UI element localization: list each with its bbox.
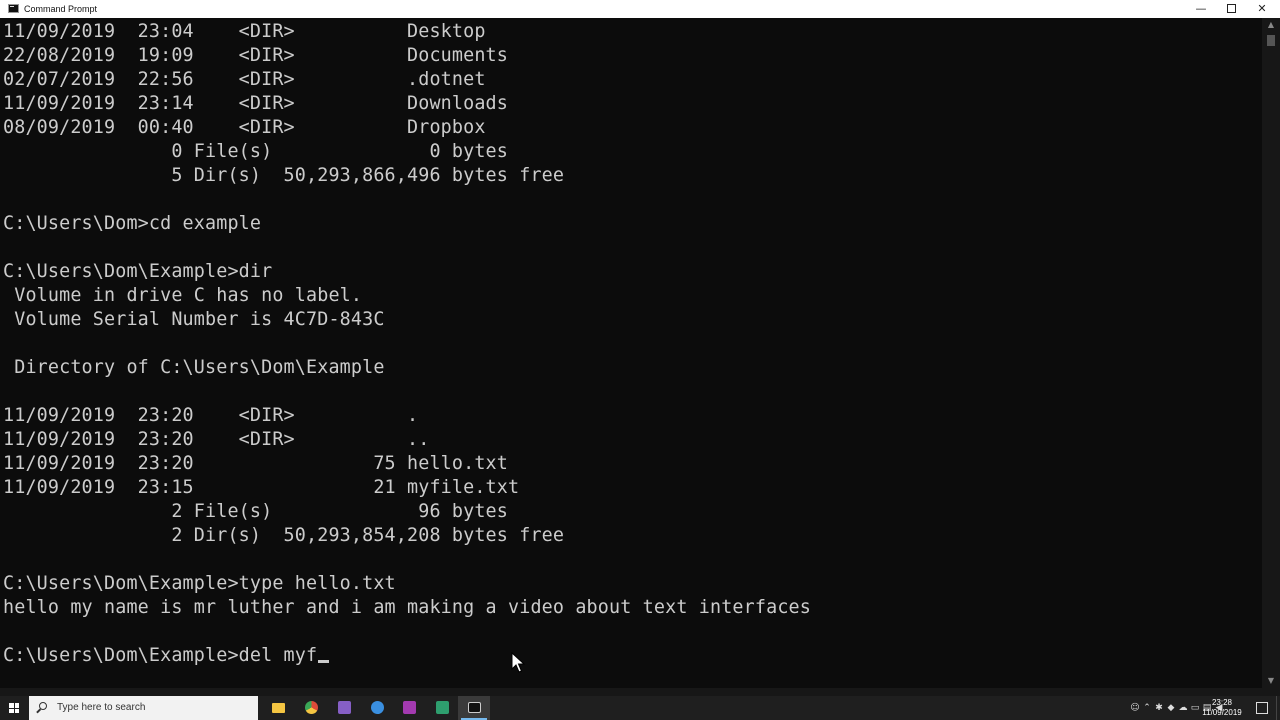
close-button[interactable]: ✕: [1247, 0, 1277, 18]
taskbar-app-green[interactable]: [426, 696, 458, 720]
command-prompt-icon: [8, 4, 19, 13]
taskbar: Type here to search ☺ ⌃ ✱ ◆ ☁ ▭ ▤ ◀ 23:2…: [0, 696, 1280, 720]
taskbar-app-visual-studio[interactable]: [328, 696, 360, 720]
console-line: 11/09/2019 23:15 21 myfile.txt: [3, 477, 520, 498]
minimize-button[interactable]: —: [1186, 0, 1216, 18]
taskbar-app-onenote[interactable]: [393, 696, 425, 720]
console-line: 11/09/2019 23:14 <DIR> Downloads: [3, 93, 508, 114]
command-prompt: C:\Users\Dom\Example>: [3, 645, 239, 666]
vertical-scrollbar[interactable]: ▲ ▼: [1262, 18, 1280, 688]
console-line: Directory of C:\Users\Dom\Example: [3, 357, 385, 378]
console-output[interactable]: 11/09/2019 23:04 <DIR> Desktop 22/08/201…: [0, 18, 1262, 688]
text-cursor: [318, 660, 330, 663]
console-line: 22/08/2019 19:09 <DIR> Documents: [3, 45, 508, 66]
console-line: Volume in drive C has no label.: [3, 285, 363, 306]
window-title: Command Prompt: [24, 4, 98, 14]
app-icon: [436, 701, 449, 714]
command-input-line[interactable]: C:\Users\Dom\Example>del myf: [3, 644, 330, 668]
console-line: C:\Users\Dom>cd example: [3, 213, 262, 234]
people-icon[interactable]: ☺: [1130, 703, 1140, 713]
taskbar-app-command-prompt[interactable]: [458, 696, 490, 720]
console-line: Volume Serial Number is 4C7D-843C: [3, 309, 385, 330]
console-line: 5 Dir(s) 50,293,866,496 bytes free: [3, 165, 565, 186]
scroll-down-arrow-icon[interactable]: ▼: [1262, 674, 1280, 688]
maximize-button[interactable]: [1216, 0, 1246, 18]
dropbox-icon[interactable]: ◆: [1166, 703, 1176, 713]
console-line: 2 File(s) 96 bytes: [3, 501, 508, 522]
onenote-icon: [403, 701, 416, 714]
scroll-thumb[interactable]: [1267, 35, 1275, 46]
console-line: 0 File(s) 0 bytes: [3, 141, 508, 162]
firefox-icon: [371, 701, 384, 714]
search-placeholder: Type here to search: [57, 702, 146, 713]
search-icon: [39, 702, 47, 710]
mouse-pointer-icon: [511, 652, 525, 673]
console-line: 2 Dir(s) 50,293,854,208 bytes free: [3, 525, 565, 546]
clock-date[interactable]: 11/09/2019: [1196, 707, 1248, 718]
title-bar[interactable]: Command Prompt — ✕: [0, 0, 1280, 18]
window-bottom-border: [0, 688, 1280, 696]
console-line: hello my name is mr luther and i am maki…: [3, 597, 811, 618]
console-line: C:\Users\Dom\Example>type hello.txt: [3, 573, 396, 594]
console-line: 02/07/2019 22:56 <DIR> .dotnet: [3, 69, 486, 90]
command-input[interactable]: del myf: [239, 645, 318, 666]
console-line: 11/09/2019 23:20 <DIR> .: [3, 405, 419, 426]
start-button[interactable]: [0, 696, 28, 720]
visual-studio-icon: [338, 701, 351, 714]
console-line: 11/09/2019 23:20 <DIR> ..: [3, 429, 430, 450]
console-line: C:\Users\Dom\Example>dir: [3, 261, 273, 282]
taskbar-app-chrome[interactable]: [295, 696, 327, 720]
windows-logo-icon: [9, 703, 19, 713]
bluetooth-icon[interactable]: ✱: [1154, 703, 1164, 713]
console-line: 08/09/2019 00:40 <DIR> Dropbox: [3, 117, 486, 138]
scroll-up-arrow-icon[interactable]: ▲: [1262, 18, 1280, 32]
console-line: 11/09/2019 23:04 <DIR> Desktop: [3, 21, 486, 42]
maximize-icon: [1226, 3, 1236, 13]
console-line: 11/09/2019 23:20 75 hello.txt: [3, 453, 508, 474]
onedrive-icon[interactable]: ☁: [1178, 703, 1188, 713]
show-desktop-button[interactable]: [1276, 696, 1280, 720]
chrome-icon: [305, 701, 318, 714]
taskbar-app-firefox[interactable]: [361, 696, 393, 720]
notifications-icon[interactable]: [1256, 702, 1268, 714]
folder-icon: [272, 703, 285, 713]
taskbar-search[interactable]: Type here to search: [29, 696, 258, 720]
chevron-up-icon[interactable]: ⌃: [1142, 703, 1152, 713]
taskbar-app-file-explorer[interactable]: [262, 696, 294, 720]
command-prompt-icon: [468, 702, 481, 713]
